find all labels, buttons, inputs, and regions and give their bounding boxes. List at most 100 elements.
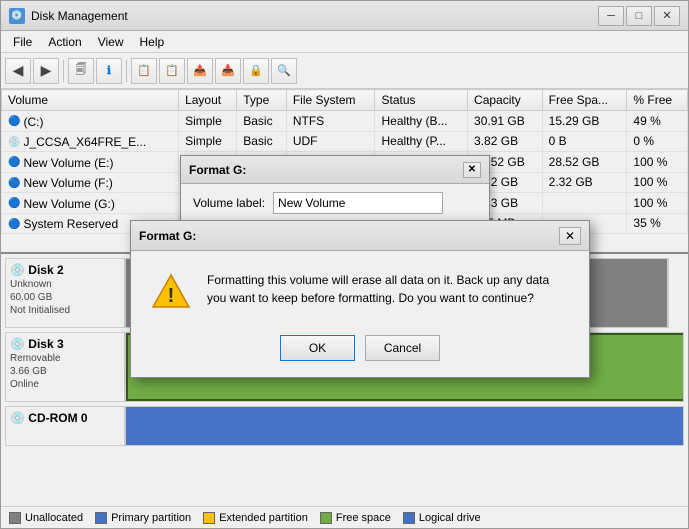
- toolbar: ◀ ▶ 🗐 ℹ 📋 📋 📤 📥 🔒 🔍: [1, 53, 688, 89]
- menu-bar: File Action View Help: [1, 31, 688, 53]
- cell-status: Healthy (B...: [375, 111, 468, 132]
- cell-status: Healthy (P...: [375, 131, 468, 152]
- legend-extended: Extended partition: [203, 512, 308, 524]
- menu-action[interactable]: Action: [40, 33, 89, 51]
- legend-color-extended: [203, 512, 215, 524]
- col-volume[interactable]: Volume: [2, 90, 179, 111]
- confirm-format-dialog: Format G: ✕ ! Formatting this volume wil…: [130, 220, 590, 378]
- disk-2-size: 60.00 GB: [10, 292, 120, 303]
- cell-free: 2.32 GB: [542, 172, 627, 193]
- disk-2-scrollbar: [668, 258, 684, 328]
- col-pctfree[interactable]: % Free: [627, 90, 688, 111]
- cell-layout: Simple: [179, 111, 237, 132]
- col-layout[interactable]: Layout: [179, 90, 237, 111]
- disk-3-name: 💿 Disk 3: [10, 337, 120, 351]
- confirm-buttons-area: OK Cancel: [131, 327, 589, 377]
- properties-button[interactable]: 🗐: [68, 58, 94, 84]
- confirm-title-bar: Format G: ✕: [131, 221, 589, 251]
- legend-label-freespace: Free space: [336, 512, 391, 524]
- confirm-close-button[interactable]: ✕: [559, 227, 581, 245]
- title-bar: 💿 Disk Management ─ □ ✕: [1, 1, 688, 31]
- legend-label-primary: Primary partition: [111, 512, 191, 524]
- disk-3-status: Online: [10, 379, 120, 390]
- app-icon: 💿: [9, 8, 25, 24]
- confirm-body: ! Formatting this volume will erase all …: [131, 251, 589, 327]
- info-button[interactable]: ℹ: [96, 58, 122, 84]
- confirm-message-text: Formatting this volume will erase all da…: [207, 271, 569, 307]
- new-vol-button[interactable]: 📋: [131, 58, 157, 84]
- col-status[interactable]: Status: [375, 90, 468, 111]
- cell-pct: 100 %: [627, 172, 688, 193]
- format-bg-close-btn[interactable]: ✕: [463, 162, 481, 178]
- toolbar-sep-2: [126, 60, 127, 82]
- cell-volume: 🔵 New Volume (E:): [2, 152, 179, 173]
- cell-pct: 35 %: [627, 213, 688, 234]
- copy-button[interactable]: 📋: [159, 58, 185, 84]
- cdrom-name: 💿 CD-ROM 0: [10, 411, 120, 425]
- maximize-button[interactable]: □: [626, 6, 652, 26]
- legend-logical: Logical drive: [403, 512, 481, 524]
- legend-bar: Unallocated Primary partition Extended p…: [1, 506, 688, 528]
- cancel-button[interactable]: Cancel: [365, 335, 440, 361]
- cell-free: 28.52 GB: [542, 152, 627, 173]
- cell-free: 0 B: [542, 131, 627, 152]
- lock-button[interactable]: 🔒: [243, 58, 269, 84]
- cell-type: Basic: [237, 111, 287, 132]
- disk-2-status: Not Initialised: [10, 305, 120, 316]
- cell-pct: 0 %: [627, 131, 688, 152]
- search-button[interactable]: 🔍: [271, 58, 297, 84]
- minimize-button[interactable]: ─: [598, 6, 624, 26]
- close-button[interactable]: ✕: [654, 6, 680, 26]
- col-type[interactable]: Type: [237, 90, 287, 111]
- format-dialog-bg-title: Format G: ✕: [181, 156, 489, 184]
- partition-cdrom[interactable]: [126, 407, 683, 445]
- disk-2-type: Unknown: [10, 279, 120, 290]
- back-button[interactable]: ◀: [5, 58, 31, 84]
- table-row[interactable]: 🔵 (C:) Simple Basic NTFS Healthy (B... 3…: [2, 111, 688, 132]
- cell-volume: 🔵 New Volume (G:): [2, 193, 179, 214]
- window-controls: ─ □ ✕: [598, 6, 680, 26]
- disk-3-size: 3.66 GB: [10, 366, 120, 377]
- col-filesystem[interactable]: File System: [286, 90, 375, 111]
- table-row[interactable]: 💿 J_CCSA_X64FRE_E... Simple Basic UDF He…: [2, 131, 688, 152]
- legend-color-primary: [95, 512, 107, 524]
- cell-fs: UDF: [286, 131, 375, 152]
- disk-row-cdrom: 💿 CD-ROM 0: [5, 406, 684, 446]
- cell-capacity: 30.91 GB: [468, 111, 543, 132]
- cell-free: 15.29 GB: [542, 111, 627, 132]
- toolbar-sep-1: [63, 60, 64, 82]
- window-title: Disk Management: [31, 9, 598, 23]
- cell-volume: 🔵 New Volume (F:): [2, 172, 179, 193]
- disk-label-3: 💿 Disk 3 Removable 3.66 GB Online: [5, 332, 125, 402]
- cell-pct: 100 %: [627, 193, 688, 214]
- menu-view[interactable]: View: [90, 33, 132, 51]
- cell-fs: NTFS: [286, 111, 375, 132]
- format-dialog-bg-body: Volume label:: [181, 184, 489, 222]
- import-button[interactable]: 📥: [215, 58, 241, 84]
- forward-button[interactable]: ▶: [33, 58, 59, 84]
- cell-capacity: 3.82 GB: [468, 131, 543, 152]
- col-freespace[interactable]: Free Spa...: [542, 90, 627, 111]
- ok-button[interactable]: OK: [280, 335, 355, 361]
- disk-2-name: 💿 Disk 2: [10, 263, 120, 277]
- volume-label-input[interactable]: [273, 192, 443, 214]
- confirm-dialog-title: Format G:: [139, 229, 559, 243]
- legend-color-unallocated: [9, 512, 21, 524]
- legend-primary: Primary partition: [95, 512, 191, 524]
- legend-color-freespace: [320, 512, 332, 524]
- disk-label-cdrom: 💿 CD-ROM 0: [5, 406, 125, 446]
- cell-volume: 💿 J_CCSA_X64FRE_E...: [2, 131, 179, 152]
- menu-help[interactable]: Help: [132, 33, 173, 51]
- svg-text:!: !: [168, 285, 175, 307]
- cell-type: Basic: [237, 131, 287, 152]
- legend-unallocated: Unallocated: [9, 512, 83, 524]
- disk-label-2: 💿 Disk 2 Unknown 60.00 GB Not Initialise…: [5, 258, 125, 328]
- warning-icon: !: [151, 271, 191, 311]
- legend-label-extended: Extended partition: [219, 512, 308, 524]
- cell-volume: 🔵 (C:): [2, 111, 179, 132]
- col-capacity[interactable]: Capacity: [468, 90, 543, 111]
- export-button[interactable]: 📤: [187, 58, 213, 84]
- menu-file[interactable]: File: [5, 33, 40, 51]
- cell-free: [542, 193, 627, 214]
- legend-color-logical: [403, 512, 415, 524]
